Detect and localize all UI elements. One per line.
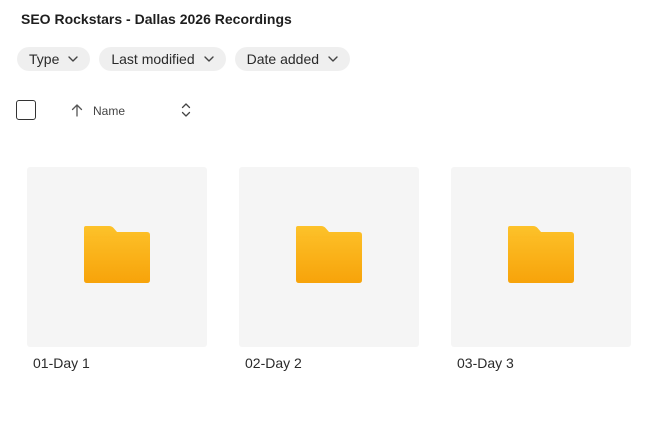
- sort-by-name-label[interactable]: Name: [93, 104, 125, 118]
- filter-type-label: Type: [29, 51, 60, 67]
- filter-last-modified-button[interactable]: Last modified: [99, 47, 226, 71]
- sort-bar: Name: [16, 100, 216, 122]
- folder-name: 01-Day 1: [33, 355, 90, 371]
- folder-thumbnail: [27, 167, 207, 347]
- folder-thumbnail: [239, 167, 419, 347]
- folder-grid: 01-Day 1 02-Day 2 03-Day 3: [27, 167, 631, 371]
- filter-date-added-label: Date added: [246, 51, 320, 67]
- filter-date-added-button[interactable]: Date added: [234, 47, 351, 71]
- folder-icon: [295, 225, 363, 290]
- sort-toggle-icon[interactable]: [180, 101, 192, 119]
- chevron-down-icon: [68, 54, 79, 64]
- filter-last-modified-label: Last modified: [111, 51, 195, 67]
- select-all-checkbox[interactable]: [16, 100, 36, 120]
- folder-icon: [507, 225, 575, 290]
- folder-card[interactable]: 02-Day 2: [239, 167, 419, 371]
- filter-type-button[interactable]: Type: [17, 47, 91, 71]
- folder-card[interactable]: 03-Day 3: [451, 167, 631, 371]
- chevron-down-icon: [328, 54, 338, 64]
- folder-icon: [83, 225, 151, 290]
- file-browser: SEO Rockstars - Dallas 2026 Recordings T…: [0, 0, 655, 423]
- chevron-down-icon: [203, 54, 214, 64]
- page-title: SEO Rockstars - Dallas 2026 Recordings: [21, 11, 292, 27]
- folder-thumbnail: [451, 167, 631, 347]
- arrow-up-icon[interactable]: [71, 103, 83, 117]
- folder-name: 03-Day 3: [457, 355, 514, 371]
- filter-bar: Type Last modified Date added: [17, 47, 351, 71]
- folder-name: 02-Day 2: [245, 355, 302, 371]
- folder-card[interactable]: 01-Day 1: [27, 167, 207, 371]
